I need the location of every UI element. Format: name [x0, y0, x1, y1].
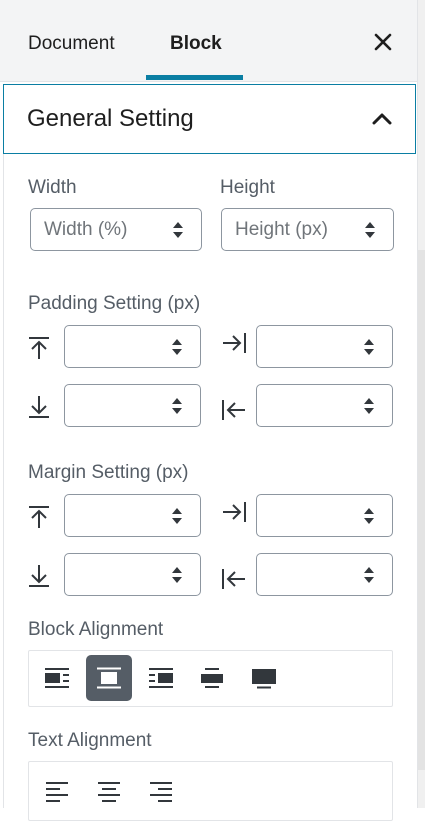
general-setting-panel-toggle[interactable]: General Setting — [3, 84, 416, 154]
align-full-icon — [252, 669, 276, 689]
text-alignment-label: Text Alignment — [28, 730, 152, 751]
margin-left-icon — [222, 569, 245, 589]
stepper-icon[interactable] — [171, 220, 185, 240]
align-wrap-left-icon — [45, 668, 69, 688]
width-placeholder: Width (%) — [44, 219, 128, 240]
stepper-icon[interactable] — [362, 506, 376, 526]
panel-title: General Setting — [27, 105, 194, 132]
text-alignment-toolbar — [28, 761, 393, 821]
stepper-icon[interactable] — [170, 506, 184, 526]
margin-bottom-input[interactable] — [64, 553, 201, 596]
text-align-left-button[interactable] — [34, 768, 80, 814]
padding-right-icon — [223, 333, 246, 353]
padding-left-icon — [222, 400, 245, 420]
tab-document[interactable]: Document — [28, 33, 115, 55]
stepper-icon[interactable] — [170, 337, 184, 357]
margin-label: Margin Setting (px) — [28, 462, 189, 483]
padding-bottom-input[interactable] — [64, 384, 201, 427]
chevron-up-icon — [372, 113, 392, 125]
padding-right-input[interactable] — [256, 325, 393, 368]
block-alignment-label: Block Alignment — [28, 619, 164, 640]
active-tab-indicator — [146, 75, 243, 80]
close-icon[interactable] — [371, 30, 395, 54]
tab-block[interactable]: Block — [170, 33, 222, 55]
margin-left-input[interactable] — [256, 553, 393, 596]
stepper-icon[interactable] — [362, 396, 376, 416]
align-wrap-right-icon — [149, 668, 173, 688]
padding-top-input[interactable] — [64, 325, 201, 368]
margin-right-icon — [223, 502, 246, 522]
padding-left-input[interactable] — [256, 384, 393, 427]
align-wrap-right-button[interactable] — [138, 655, 184, 701]
text-align-center-button[interactable] — [86, 768, 132, 814]
align-full-button[interactable] — [241, 655, 287, 701]
align-text-right-icon — [150, 782, 172, 802]
stepper-icon[interactable] — [362, 337, 376, 357]
padding-bottom-icon — [29, 396, 49, 418]
margin-bottom-icon — [29, 565, 49, 587]
align-text-center-icon — [98, 782, 120, 802]
height-input[interactable]: Height (px) — [221, 208, 394, 251]
stepper-icon[interactable] — [170, 565, 184, 585]
padding-top-icon — [29, 337, 49, 359]
align-wide-button[interactable] — [189, 655, 235, 701]
align-wrap-left-button[interactable] — [34, 655, 80, 701]
align-text-left-icon — [46, 782, 68, 802]
stepper-icon[interactable] — [362, 565, 376, 585]
height-label: Height — [220, 177, 275, 198]
height-placeholder: Height (px) — [235, 219, 328, 240]
sidebar-tabs: Document Block — [0, 0, 417, 82]
stepper-icon[interactable] — [170, 396, 184, 416]
text-align-right-button[interactable] — [138, 768, 184, 814]
width-label: Width — [28, 177, 77, 198]
block-alignment-toolbar — [28, 650, 393, 707]
align-center-icon — [97, 667, 121, 689]
margin-top-icon — [29, 506, 49, 528]
padding-label: Padding Setting (px) — [28, 293, 201, 314]
margin-top-input[interactable] — [64, 494, 201, 537]
width-input[interactable]: Width (%) — [30, 208, 202, 251]
margin-right-input[interactable] — [256, 494, 393, 537]
align-center-button[interactable] — [86, 655, 132, 701]
scrollbar-thumb[interactable] — [418, 250, 425, 770]
align-wide-icon — [201, 668, 223, 688]
stepper-icon[interactable] — [363, 220, 377, 240]
